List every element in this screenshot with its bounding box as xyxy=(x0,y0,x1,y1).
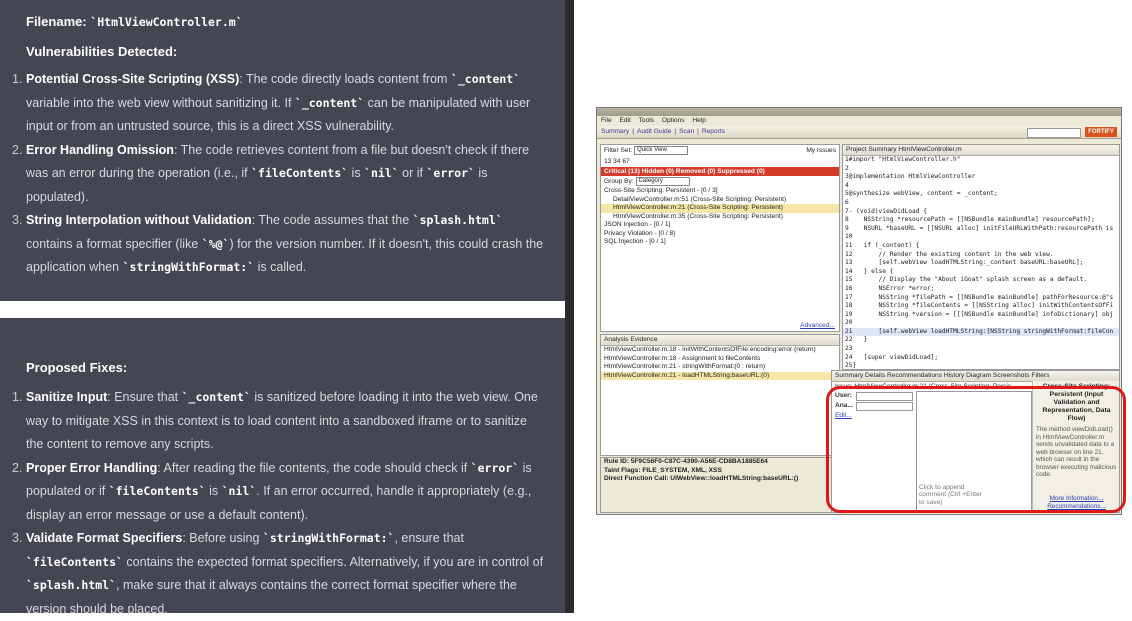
filter-label: Filter Set: xyxy=(604,147,633,154)
tree-item[interactable]: Privacy Violation - [0 / 8] xyxy=(601,230,839,239)
fortify-logo: FORTIFY xyxy=(1085,127,1117,137)
window-titlebar xyxy=(597,108,1121,116)
code-line: 18 NSString *fileContents = [[NSString a… xyxy=(845,302,1114,310)
nav-sep: | xyxy=(632,128,634,135)
tree-item[interactable]: SQL Injection - [0 / 1] xyxy=(601,238,839,247)
evidence-item-selected[interactable]: HtmlViewController.m:21 - loadHTMLString… xyxy=(601,371,839,380)
list-item: 3. Validate Format Specifiers: Before usi… xyxy=(12,531,544,616)
list-item: 2. Proper Error Handling: After reading t… xyxy=(12,460,532,522)
my-issues-checkbox[interactable]: My Issues xyxy=(806,145,836,156)
filter-set-dropdown[interactable]: Quick View xyxy=(634,145,689,155)
code-line: 20 xyxy=(845,319,853,327)
list-item: 3. String Interpolation without Validatio… xyxy=(12,213,544,274)
menu-help[interactable]: Help xyxy=(692,117,706,124)
issue-counts: 13 34 67 xyxy=(604,158,630,165)
code-line: 11 if (_content) { xyxy=(845,241,920,249)
nav-audit-guide[interactable]: Audit Guide xyxy=(637,128,671,135)
code-line: 15 // Display the "About iGoat" splash s… xyxy=(845,276,1088,284)
tree-item[interactable]: DetailViewController.m:51 (Cross-Site Sc… xyxy=(601,196,839,205)
red-highlight-annotation xyxy=(826,386,1126,513)
code-line: 22 } xyxy=(845,336,868,344)
code-line: 3@implementation HtmlViewController xyxy=(845,173,976,181)
vulnerabilities-list: 1. Potential Cross-Site Scripting (XSS): … xyxy=(12,68,545,280)
nav-reports[interactable]: Reports xyxy=(702,128,725,135)
code-line: 23 xyxy=(845,345,853,353)
direct-function-call: Direct Function Call: UIWebView::loadHTM… xyxy=(604,475,799,482)
nav-bar: Summary | Audit Guide | Scan | Reports FORTIFY xyxy=(597,126,1121,139)
nav-scan[interactable]: Scan xyxy=(679,128,694,135)
nav-sep: | xyxy=(674,128,677,135)
vulnerabilities-panel: Filename: `HtmlViewController.m` Vulnera… xyxy=(0,0,565,301)
code-line: 19 NSString *version = [[[NSBundle mainB… xyxy=(845,310,1114,318)
group-row: Group By: Category xyxy=(601,176,839,187)
code-line: 4 xyxy=(845,181,849,189)
code-line: 9 NSURL *baseURL = [[NSURL alloc] initFi… xyxy=(845,224,1114,232)
proposed-fixes-panel: Proposed Fixes: 1. Sanitize Input: Ensure… xyxy=(0,318,565,616)
tree-item[interactable]: Cross-Site Scripting: Persistent - [0 / … xyxy=(601,187,839,196)
menu-edit[interactable]: Edit xyxy=(619,117,630,124)
code-line: 10 xyxy=(845,233,853,241)
list-item: 1. Potential Cross-Site Scripting (XSS): … xyxy=(12,72,531,133)
fixes-list: 1. Sanitize Input: Ensure that `_content`… xyxy=(12,386,545,621)
issues-pane: Filter Set: Quick View My Issues 13 34 6… xyxy=(600,144,840,332)
tree-item[interactable]: JSON Injection - [0 / 1] xyxy=(601,221,839,230)
code-line: 1#import "HtmlViewController.h" xyxy=(845,156,961,163)
tree-item-selected[interactable]: HtmlViewController.m:21 (Cross-Site Scri… xyxy=(601,204,839,213)
list-item: 2. Error Handling Omission: The code retr… xyxy=(12,142,530,204)
editor-tabs[interactable]: Project Summary HtmlViewController.m xyxy=(843,145,1119,156)
code-line: 6 xyxy=(845,198,849,206)
filter-row: Filter Set: Quick View My Issues xyxy=(601,145,839,156)
code-line: 14 } else { xyxy=(845,267,894,275)
tree-item[interactable]: HtmlViewController.m:35 (Cross-Site Scri… xyxy=(601,213,839,222)
code-line: 25} xyxy=(845,362,857,370)
menu-file[interactable]: File xyxy=(601,117,612,124)
evidence-item[interactable]: HtmlViewController.m:18 - initWithConten… xyxy=(601,346,839,355)
vertical-divider xyxy=(565,0,574,613)
filename-line: Filename: `HtmlViewController.m` xyxy=(26,14,243,29)
menu-options[interactable]: Options xyxy=(662,117,685,124)
code-line: 7- (void)viewDidLoad { xyxy=(845,207,927,215)
menu-bar: File Edit Tools Options Help xyxy=(597,116,1121,126)
code-line: 8 NSString *resourcePath = [[NSBundle ma… xyxy=(845,216,1095,224)
menu-tools[interactable]: Tools xyxy=(639,117,654,124)
code-line: 24 [super viewDidLoad]; xyxy=(845,353,939,361)
rule-info-pane: Rule ID: 5F9C56F0-C87C-4390-A56E-CD8BA18… xyxy=(600,457,840,513)
code-line: 21 [self.webView loadHTMLString:[NSStrin… xyxy=(843,327,1119,337)
list-item: 1. Sanitize Input: Ensure that `_content`… xyxy=(12,390,538,451)
code-line: 13 [self.webView loadHTMLString:_content… xyxy=(845,259,1084,267)
panel-gap xyxy=(0,301,565,318)
nav-sep: | xyxy=(697,128,699,135)
analysis-evidence-pane: Analysis Evidence HtmlViewController.m:1… xyxy=(600,334,840,456)
code-line: 17 NSString *filePath = [[NSBundle mainB… xyxy=(845,293,1114,301)
fixes-heading: Proposed Fixes: xyxy=(26,360,128,375)
code-line: 16 NSError *error; xyxy=(845,284,935,292)
vulnerabilities-heading: Vulnerabilities Detected: xyxy=(26,44,178,59)
group-label: Group By: xyxy=(604,178,634,185)
critical-tab[interactable]: Critical (13) Hidden (0) Removed (0) Sup… xyxy=(601,167,839,176)
evidence-item[interactable]: HtmlViewController.m:21 - stringWithForm… xyxy=(601,363,839,372)
taint-flags: Taint Flags: FILE_SYSTEM, XML, XSS xyxy=(604,466,722,474)
group-by-dropdown[interactable]: Category xyxy=(635,176,690,186)
code-line: 12 // Render the existing content in the… xyxy=(845,250,1054,258)
code-line: 2 xyxy=(845,164,849,172)
evidence-header: Analysis Evidence xyxy=(601,335,839,346)
advanced-link[interactable]: Advanced... xyxy=(800,322,835,329)
search-input[interactable] xyxy=(1027,128,1081,138)
evidence-item[interactable]: HtmlViewController.m:18 - Assignment to … xyxy=(601,355,839,364)
code-lines: 1#import "HtmlViewController.h" 2 3@implem… xyxy=(843,156,1119,370)
code-line: 5@synthesize webView, content = _content… xyxy=(845,190,998,198)
rule-id: Rule ID: 5F9C56F0-C87C-4390-A56E-CD8BA18… xyxy=(604,458,768,465)
code-editor-pane: Project Summary HtmlViewController.m 1#i… xyxy=(842,144,1120,370)
nav-summary[interactable]: Summary xyxy=(601,128,629,135)
